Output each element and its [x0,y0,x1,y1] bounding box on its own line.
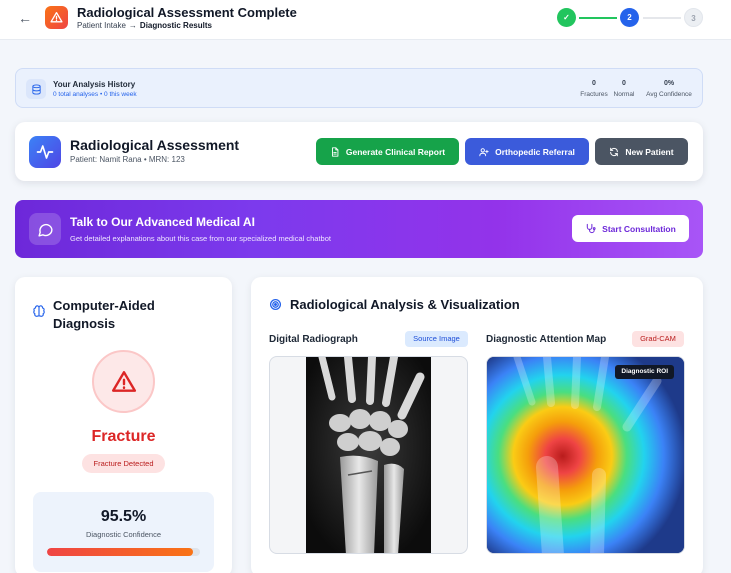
breadcrumb-separator: → [128,21,137,30]
confidence-panel: 95.5% Diagnostic Confidence [33,492,214,572]
activity-pulse-icon [29,136,61,168]
analysis-visualization-card: Radiological Analysis & Visualization Di… [251,277,703,573]
diagnostic-roi-label: Diagnostic ROI [615,365,674,379]
confidence-label: Diagnostic Confidence [85,530,162,539]
orthopedic-referral-label: Orthopedic Referral [495,146,575,157]
history-title: Your Analysis History [53,80,136,89]
new-patient-label: New Patient [625,146,674,157]
patient-info: Patient: Namit Rana • MRN: 123 [70,155,185,164]
stethoscope-icon [586,223,596,234]
assessment-title: Radiological Assessment [70,137,240,153]
analysis-history-bar: Your Analysis History 0 total analyses •… [15,68,703,108]
assessment-card: Radiological Assessment Patient: Namit R… [15,122,703,181]
ai-banner-title: Talk to Our Advanced Medical AI [70,215,255,229]
computer-aided-diagnosis-card: Computer-Aided Diagnosis Fracture Fractu… [15,277,232,573]
new-patient-button[interactable]: New Patient [595,138,688,165]
step-2: 2 [620,8,639,27]
start-consultation-button[interactable]: Start Consultation [572,215,689,242]
step-1-check: ✓ [557,8,576,27]
step-3: 3 [684,8,703,27]
back-arrow-icon[interactable]: ← [17,10,33,26]
generate-report-button[interactable]: Generate Clinical Report [316,138,459,165]
confidence-bar-fill [47,548,194,556]
stat-value: 0 [592,80,596,87]
step-connector [579,17,617,19]
visualization-title: Radiological Analysis & Visualization [290,297,520,312]
progress-stepper: ✓ 2 3 [557,8,703,28]
stat-avg-confidence: 0% Avg Confidence [643,80,695,98]
confidence-bar [47,548,200,556]
chat-bubble-icon [29,213,61,245]
stat-label: Normal [613,91,635,98]
source-image-tag: Source Image [405,331,468,347]
target-icon [269,298,282,311]
stat-value: 0 [622,80,626,87]
breadcrumb: Patient Intake → Diagnostic Results [77,21,212,30]
status-badge: Fracture Detected [82,454,165,473]
breadcrumb-item-results: Diagnostic Results [139,21,212,30]
attention-map-panel-title: Diagnostic Attention Map [486,334,607,345]
stat-value: 0% [663,80,675,87]
stat-normal: 0 Normal [612,80,636,98]
breadcrumb-item-intake[interactable]: Patient Intake [77,21,126,30]
radiograph-panel-title: Digital Radiograph [269,334,358,345]
top-header: ← Radiological Assessment Complete Patie… [0,0,731,40]
ai-banner-subtitle: Get detailed explanations about this cas… [70,234,331,243]
brain-icon [33,305,45,317]
stat-label: Fractures [580,91,608,98]
stat-fractures: 0 Fractures [576,80,612,98]
user-plus-icon [479,147,489,156]
start-consultation-label: Start Consultation [602,223,676,234]
radiograph-image[interactable] [269,356,468,554]
grad-cam-tag: Grad-CAM [632,331,684,347]
database-icon [26,79,46,99]
document-icon [331,146,339,157]
refresh-icon [610,147,619,156]
warning-icon [45,6,68,29]
alert-triangle-icon [92,350,155,413]
history-subtitle: 0 total analyses • 0 this week [53,91,137,98]
confidence-value: 95.5% [100,508,147,525]
generate-report-label: Generate Clinical Report [345,146,446,157]
stat-label: Avg Confidence [646,91,692,98]
ai-chat-banner: Talk to Our Advanced Medical AI Get deta… [15,200,703,258]
step-connector [643,17,681,19]
page-title: Radiological Assessment Complete [77,5,297,20]
attention-map-image[interactable]: Diagnostic ROI [486,356,685,554]
cad-title: Computer-Aided Diagnosis [53,298,155,331]
diagnosis-result: Fracture [91,428,156,445]
orthopedic-referral-button[interactable]: Orthopedic Referral [465,138,589,165]
